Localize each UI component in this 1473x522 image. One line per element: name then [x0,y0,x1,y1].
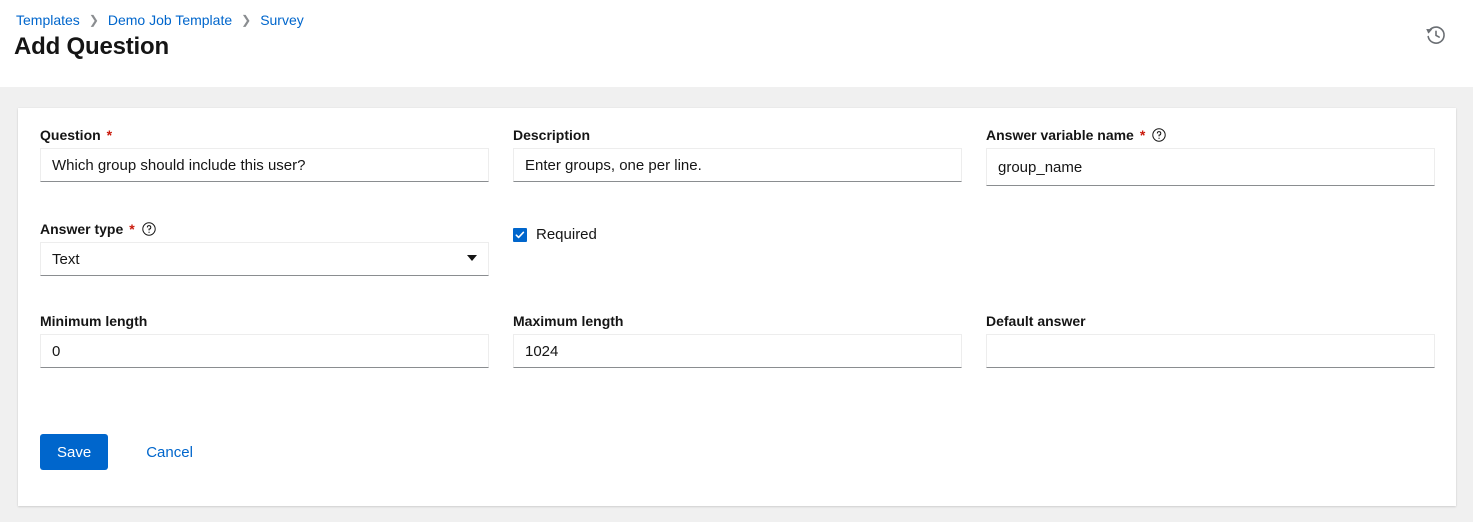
field-group-question: Question * [40,126,513,186]
breadcrumb-item-demo-job-template[interactable]: Demo Job Template [108,11,232,29]
page-body: Question * Description Answer variable n… [0,87,1473,522]
description-label: Description [513,126,962,144]
answer-type-label: Answer type * [40,220,489,238]
breadcrumb-item-survey[interactable]: Survey [260,11,304,29]
description-input[interactable] [513,148,962,182]
field-group-maximum-length: Maximum length [513,312,986,368]
form-action-bar: Save Cancel [40,434,199,470]
maximum-length-label-text: Maximum length [513,312,623,330]
question-input[interactable] [40,148,489,182]
minimum-length-input[interactable] [40,334,489,368]
breadcrumb-separator-icon: ❯ [89,11,99,29]
required-checkbox[interactable] [513,228,527,242]
answer-type-select[interactable]: Text [40,242,489,276]
question-circle-icon[interactable] [1152,128,1166,142]
question-label: Question * [40,126,489,144]
required-checkbox-row[interactable]: Required [513,220,950,243]
field-group-answer-variable-name: Answer variable name * [986,126,1435,186]
field-group-default-answer: Default answer [986,312,1435,368]
cancel-button[interactable]: Cancel [140,444,199,461]
breadcrumb: Templates ❯ Demo Job Template ❯ Survey [16,11,304,29]
answer-type-selected-value: Text [52,251,80,268]
field-group-required: Required [513,220,974,276]
default-answer-input[interactable] [986,334,1435,368]
history-icon[interactable] [1425,24,1447,46]
breadcrumb-item-templates[interactable]: Templates [16,11,80,29]
question-label-text: Question [40,126,101,144]
default-answer-label: Default answer [986,312,1435,330]
default-answer-label-text: Default answer [986,312,1086,330]
save-button[interactable]: Save [40,434,108,470]
field-group-answer-type: Answer type * Text [40,220,513,276]
minimum-length-label-text: Minimum length [40,312,147,330]
answer-variable-name-label: Answer variable name * [986,126,1435,144]
required-asterisk: * [107,128,112,142]
field-group-description: Description [513,126,986,186]
form-row-3: Minimum length Maximum length Default an… [40,312,1434,368]
question-circle-icon[interactable] [142,222,156,236]
answer-variable-name-label-text: Answer variable name [986,126,1134,144]
form-card: Question * Description Answer variable n… [18,108,1456,506]
field-group-spacer [974,220,1434,276]
breadcrumb-separator-icon: ❯ [241,11,251,29]
form-row-1: Question * Description Answer variable n… [40,126,1434,186]
required-asterisk: * [129,222,134,236]
form-row-2: Answer type * Text [40,220,1434,276]
maximum-length-input[interactable] [513,334,962,368]
answer-type-label-text: Answer type [40,220,123,238]
maximum-length-label: Maximum length [513,312,962,330]
required-checkbox-label[interactable]: Required [536,226,597,243]
minimum-length-label: Minimum length [40,312,489,330]
description-label-text: Description [513,126,590,144]
answer-variable-name-input[interactable] [986,148,1435,186]
answer-type-select-toggle[interactable]: Text [40,242,489,276]
required-asterisk: * [1140,128,1145,142]
page-title: Add Question [14,33,169,61]
page-header: Templates ❯ Demo Job Template ❯ Survey A… [0,0,1473,87]
field-group-minimum-length: Minimum length [40,312,513,368]
